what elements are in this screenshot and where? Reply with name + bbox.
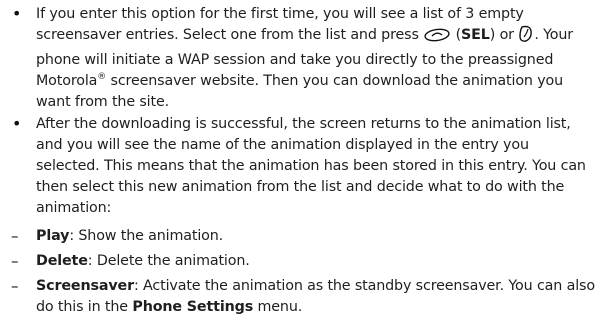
select-key-icon	[518, 25, 534, 50]
paren-close: ) or	[489, 27, 514, 43]
dash-marker: –	[11, 277, 19, 295]
sel-softkey-label: SEL	[461, 27, 490, 43]
bullet-text: screensaver website. Then you can downlo…	[36, 73, 564, 110]
manual-page: • If you enter this option for the first…	[0, 0, 600, 332]
bullet-text: If you enter this option for the first t…	[36, 6, 524, 43]
bullet-text: After the downloading is successful, the…	[36, 116, 586, 216]
option-term: Delete	[36, 253, 88, 269]
bullet-item-first-time: • If you enter this option for the first…	[0, 2, 600, 110]
option-term: Screensaver	[36, 278, 134, 294]
option-item-screensaver: – Screensaver: Activate the animation as…	[0, 274, 600, 324]
dash-marker: –	[11, 252, 19, 270]
bullet-marker: •	[12, 4, 22, 23]
option-item-play: – Play: Show the animation.	[0, 224, 600, 248]
bullet-paragraph: After the downloading is successful, the…	[36, 114, 596, 219]
dash-marker: –	[11, 227, 19, 245]
option-desc: : Show the animation.	[69, 228, 224, 244]
bullet-paragraph: If you enter this option for the first t…	[36, 4, 596, 113]
option-item-delete: – Delete: Delete the animation.	[0, 249, 600, 273]
bullet-item-after-download: • After the downloading is successful, t…	[0, 112, 600, 222]
option-paragraph: Play: Show the animation.	[36, 226, 596, 247]
option-desc-tail: menu.	[257, 299, 303, 315]
left-softkey-icon	[423, 27, 451, 50]
option-desc: : Delete the animation.	[87, 253, 250, 269]
registered-mark: ®	[97, 72, 107, 83]
option-term: Play	[36, 228, 70, 244]
bullet-marker: •	[12, 114, 22, 133]
option-paragraph: Delete: Delete the animation.	[36, 251, 596, 272]
option-paragraph: Screensaver: Activate the animation as t…	[36, 276, 596, 318]
phone-settings-menu-name: Phone Settings	[132, 299, 254, 315]
